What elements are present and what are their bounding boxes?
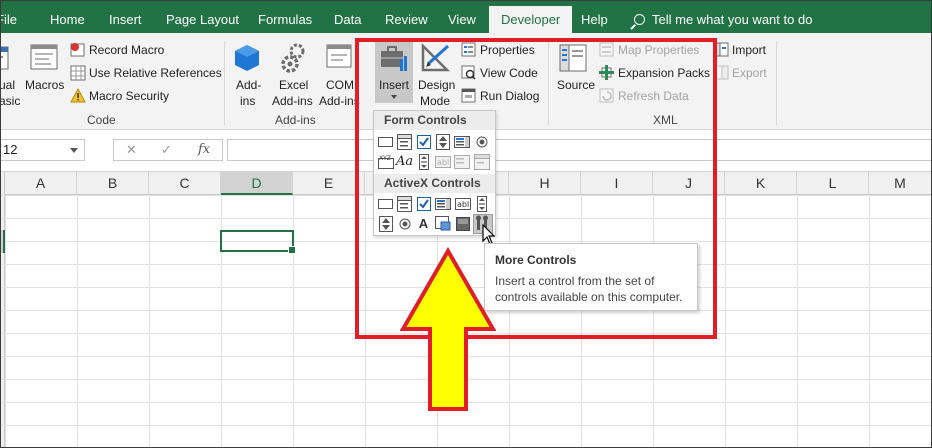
macro-security-button[interactable]: Macro Security <box>89 89 169 103</box>
tab-home[interactable]: Home <box>50 0 85 33</box>
cancel-icon[interactable]: ✕ <box>126 142 137 158</box>
tab-formulas[interactable]: Formulas <box>258 0 312 33</box>
macros-button[interactable]: Macros <box>25 78 64 92</box>
column-header-l[interactable]: L <box>797 172 869 195</box>
column-header-c[interactable]: C <box>149 172 221 195</box>
visual-basic-icon[interactable] <box>0 43 10 73</box>
relative-references-icon <box>70 65 86 81</box>
tab-view[interactable]: View <box>448 0 476 33</box>
import-button[interactable]: Import <box>732 43 766 57</box>
enter-icon[interactable]: ✓ <box>161 142 172 158</box>
group-separator <box>224 41 225 125</box>
tab-review[interactable]: Review <box>385 0 428 33</box>
tell-me-text: Tell me what you want to do <box>652 12 813 27</box>
warning-icon <box>70 87 86 104</box>
name-box[interactable]: 12 <box>0 139 85 161</box>
use-relative-references-button[interactable]: Use Relative References <box>89 66 222 80</box>
tab-help[interactable]: Help <box>581 0 608 33</box>
search-icon <box>634 14 645 25</box>
tab-insert[interactable]: Insert <box>109 0 142 33</box>
record-macro-button[interactable]: Record Macro <box>89 43 164 57</box>
com-add-ins-label-2: Add-ins <box>319 94 360 108</box>
column-header-a[interactable]: A <box>5 172 77 195</box>
visual-basic-label-2: asic <box>0 94 21 108</box>
annotation-arrow-up-icon <box>399 246 497 416</box>
add-ins-label-1: Add- <box>236 78 262 92</box>
name-box-value: 12 <box>3 142 18 157</box>
row-header-selected[interactable] <box>0 230 5 253</box>
ribbon-tab-bar: File Home Insert Page Layout Formulas Da… <box>0 0 932 33</box>
column-header-m[interactable]: M <box>869 172 932 195</box>
add-ins-group-label: Add-ins <box>275 113 316 127</box>
export-button[interactable]: Export <box>732 66 767 80</box>
active-cell[interactable] <box>220 230 296 254</box>
gear-icon[interactable] <box>279 42 309 74</box>
visual-basic-label-1: ual <box>0 78 16 92</box>
tab-data[interactable]: Data <box>334 0 361 33</box>
add-ins-label-2: ins <box>240 94 256 108</box>
tab-file[interactable]: File <box>0 0 17 33</box>
insert-function-icon[interactable]: fx <box>198 142 210 157</box>
record-macro-icon <box>70 42 86 58</box>
tell-me-search[interactable]: Tell me what you want to do <box>634 0 812 33</box>
com-add-ins-label-1: COM <box>326 78 354 92</box>
tab-page-layout[interactable]: Page Layout <box>166 0 239 33</box>
column-header-b[interactable]: B <box>77 172 149 195</box>
column-header-k[interactable]: K <box>725 172 797 195</box>
group-separator <box>776 41 777 125</box>
macros-icon[interactable] <box>29 42 61 74</box>
chevron-down-icon[interactable] <box>70 148 78 153</box>
code-group-label: Code <box>87 113 116 127</box>
com-add-ins-icon[interactable] <box>325 42 355 74</box>
excel-add-ins-label-2: Add-ins <box>272 94 313 108</box>
formula-buttons: ✕ ✓ fx <box>113 139 223 161</box>
tab-developer[interactable]: Developer <box>489 6 573 33</box>
add-ins-icon[interactable] <box>233 43 261 73</box>
excel-add-ins-label-1: Excel <box>279 78 309 92</box>
column-header-d[interactable]: D <box>221 172 293 195</box>
